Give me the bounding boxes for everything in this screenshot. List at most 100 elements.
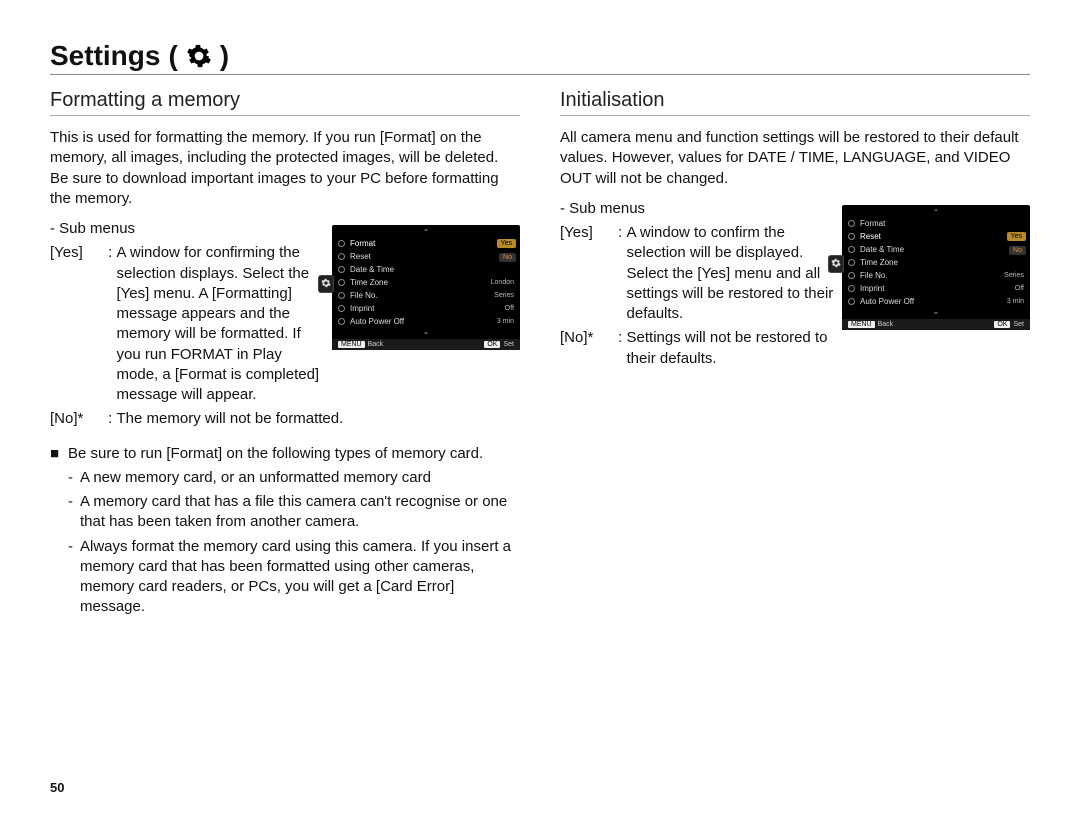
left-column: Formatting a memory This is used for for… [50,89,520,622]
menu-item-label: Time Zone [860,258,1024,267]
menu-item-label: Time Zone [350,278,491,287]
section-title-initialisation: Initialisation [560,89,1030,116]
option-no: No [1009,246,1026,255]
menu-dot-icon [848,298,855,305]
formatting-detail-block: ⌃ FormatResetDate & TimeTime ZoneLondonF… [50,219,520,434]
menu-row: Format [338,237,514,250]
screenshot-footer: MENUBack OKSet [842,319,1030,330]
menu-item-label: File No. [350,291,494,300]
menu-button-label: MENU [338,341,365,348]
menu-dot-icon [338,266,345,273]
chapter-heading: Settings ( ) [50,40,1030,75]
menu-dot-icon [338,318,345,325]
dash-text: Always format the memory card using this… [80,537,520,618]
definition-key: [Yes] [560,223,614,324]
menu-row: File No.Series [848,269,1024,282]
menu-item-label: Format [350,239,514,248]
dash-text: A new memory card, or an unformatted mem… [80,468,431,488]
initialisation-detail-block: ⌃ Format Reset Date & Time Time Zone File No… [560,199,1030,373]
dash-list: -A new memory card, or an unformatted me… [68,468,520,618]
set-label: Set [503,341,514,348]
camera-menu-screenshot-format: ⌃ FormatResetDate & TimeTime ZoneLondonF… [332,225,520,350]
definition-row: [No]* : The memory will not be formatted… [50,409,520,429]
gear-icon [186,43,212,69]
chapter-paren-close: ) [220,40,229,72]
menu-dot-icon [848,220,855,227]
menu-dot-icon [848,285,855,292]
menu-item-value: Series [494,292,514,299]
screenshot-footer: MENUBack OKSet [332,339,520,350]
set-label: Set [1013,321,1024,328]
chevron-up-icon: ⌃ [848,209,1024,217]
menu-row: Date & Time [338,263,514,276]
back-label: Back [878,321,894,328]
ok-button-label: OK [484,341,500,348]
option-yes: Yes [1007,232,1026,241]
gear-tab-icon [318,275,334,293]
menu-dot-icon [848,259,855,266]
menu-row: ImprintOff [338,302,514,315]
manual-page: Settings ( ) Formatting a memory This is… [0,0,1080,815]
square-bullet-icon: ■ [50,444,68,464]
menu-item-label: Date & Time [860,245,1024,254]
menu-row: File No.Series [338,289,514,302]
menu-row: ImprintOff [848,282,1024,295]
chapter-paren-open: ( [168,40,177,72]
menu-row: Auto Power Off3 min [848,295,1024,308]
menu-row: Format [848,217,1024,230]
dash-item: -A new memory card, or an unformatted me… [68,468,520,488]
chevron-down-icon: ⌄ [338,328,514,336]
definition-row: [No]* : Settings will not be restored to… [560,328,834,369]
menu-dot-icon [848,246,855,253]
menu-item-label: Reset [860,232,1024,241]
dash-item: -A memory card that has a file this came… [68,492,520,533]
menu-row: Time ZoneLondon [338,276,514,289]
page-number: 50 [50,780,64,795]
definition-value: The memory will not be formatted. [117,409,520,429]
definition-sep: : [104,243,117,405]
dash-marker: - [68,492,80,533]
menu-dot-icon [848,233,855,240]
menu-dot-icon [848,272,855,279]
menu-item-value: 3 min [1007,298,1024,305]
menu-row: Reset [338,250,514,263]
menu-dot-icon [338,305,345,312]
section-title-formatting: Formatting a memory [50,89,520,116]
menu-item-label: Date & Time [350,265,514,274]
dash-text: A memory card that has a file this camer… [80,492,520,533]
dash-marker: - [68,468,80,488]
right-column: Initialisation All camera menu and funct… [560,89,1030,373]
menu-button-label: MENU [848,321,875,328]
back-label: Back [368,341,384,348]
menu-item-value: London [491,279,514,286]
gear-tab-icon [828,255,844,273]
bullet-lead: ■ Be sure to run [Format] on the followi… [50,444,520,464]
dash-marker: - [68,537,80,618]
chapter-title: Settings [50,40,160,72]
menu-item-value: Off [1015,285,1024,292]
option-yes: Yes [497,239,516,248]
menu-item-label: Imprint [860,284,1015,293]
menu-row: Date & Time [848,243,1024,256]
chevron-down-icon: ⌄ [848,308,1024,316]
camera-menu-screenshot-reset: ⌃ Format Reset Date & Time Time Zone File No… [842,205,1030,330]
definition-sep: : [104,409,117,429]
menu-dot-icon [338,253,345,260]
definition-row: [Yes] : A window for confirming the sele… [50,243,324,405]
dash-item: -Always format the memory card using thi… [68,537,520,618]
menu-dot-icon [338,240,345,247]
formatting-intro: This is used for formatting the memory. … [50,128,520,209]
definition-sep: : [614,223,627,324]
menu-item-value: Off [505,305,514,312]
ok-button-label: OK [994,321,1010,328]
menu-item-label: Format [860,219,1024,228]
definition-key: [Yes] [50,243,104,405]
bullet-lead-text: Be sure to run [Format] on the following… [68,444,483,464]
chevron-up-icon: ⌃ [338,229,514,237]
option-no: No [499,253,516,262]
definition-sep: : [614,328,627,369]
definition-row: [Yes] : A window to confirm the selectio… [560,223,834,324]
menu-item-value: Series [1004,272,1024,279]
definition-value: A window to confirm the selection will b… [627,223,834,324]
menu-item-label: File No. [860,271,1004,280]
